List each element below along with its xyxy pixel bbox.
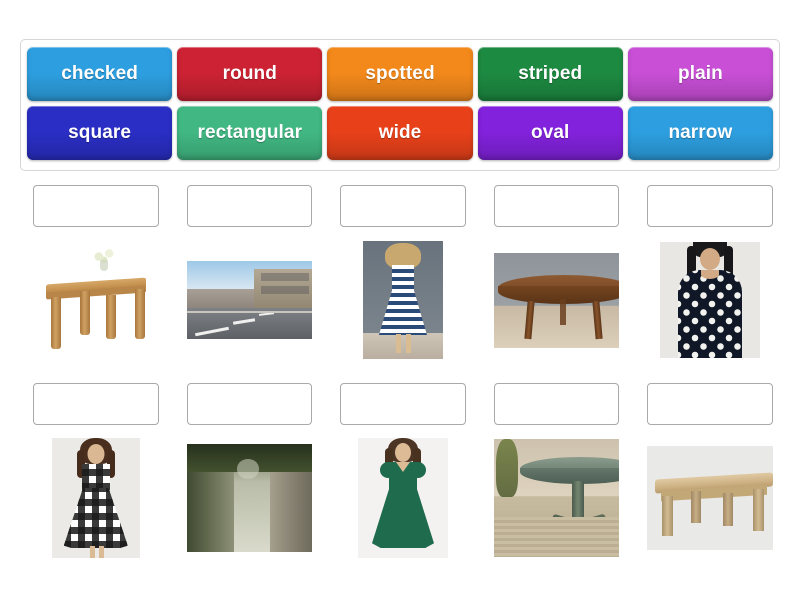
building-windows	[261, 285, 310, 294]
image-cell-6	[33, 438, 159, 558]
striped-dress-image	[362, 241, 443, 359]
spotted-dress-image	[660, 242, 761, 358]
model-leg	[405, 334, 411, 353]
drop-zone-10[interactable]	[647, 383, 773, 425]
word-tile-label: narrow	[668, 122, 733, 143]
drop-zone-2[interactable]	[186, 185, 313, 227]
word-tile-oval[interactable]: oval	[477, 106, 623, 160]
dress-skirt	[371, 488, 434, 548]
word-bank-row-2: square rectangular wide oval narrow	[27, 106, 774, 160]
table-leg	[50, 297, 61, 349]
model-leg	[395, 334, 401, 353]
table-leg	[753, 489, 765, 531]
image-cell-3	[340, 240, 466, 360]
kerb-line	[186, 311, 313, 314]
word-tile-label: square	[68, 122, 132, 143]
table-leg	[524, 300, 535, 339]
drop-zone-row-2	[33, 383, 773, 425]
word-tile-label: wide	[378, 122, 422, 143]
dress-bodice	[81, 464, 110, 490]
drop-zone-1[interactable]	[33, 185, 159, 227]
model-leg	[89, 546, 95, 558]
word-bank: checked round spotted striped plain squa…	[20, 39, 780, 171]
image-cell-1	[33, 240, 159, 360]
dress-bodice	[391, 265, 414, 291]
word-tile-label: checked	[61, 63, 138, 84]
table-leg	[691, 491, 702, 523]
word-tile-label: round	[222, 63, 277, 84]
dress-skirt	[63, 488, 128, 548]
word-tile-rectangular[interactable]: rectangular	[177, 106, 323, 160]
wide-city-street-image	[186, 261, 313, 339]
word-tile-checked[interactable]: checked	[27, 47, 173, 101]
image-cell-8	[340, 438, 466, 558]
match-up-activity: checked round spotted striped plain squa…	[0, 0, 800, 600]
rug	[493, 516, 620, 557]
word-tile-label: rectangular	[197, 122, 303, 143]
narrow-path-image	[186, 444, 313, 552]
checked-dress-image	[51, 438, 140, 558]
model-head	[700, 248, 721, 270]
table-leg	[559, 298, 566, 325]
image-cell-9	[493, 438, 620, 558]
dress-sleeve	[409, 462, 426, 478]
round-wooden-table-image	[493, 252, 620, 348]
word-tile-round[interactable]: round	[177, 47, 323, 101]
drop-zone-8[interactable]	[340, 383, 466, 425]
table-leg	[592, 300, 603, 339]
square-wooden-table-with-plant-image	[33, 245, 158, 355]
image-cell-4	[493, 240, 620, 360]
plant-vase	[99, 260, 108, 271]
model-head	[87, 444, 105, 464]
model-leg	[98, 546, 104, 558]
drop-zone-7[interactable]	[186, 383, 313, 425]
table-leg	[134, 289, 145, 339]
floor	[362, 333, 443, 359]
word-bank-row-1: checked round spotted striped plain	[27, 47, 774, 101]
image-cell-5	[647, 240, 773, 360]
table-edge	[519, 468, 620, 484]
plain-green-dress-image	[357, 438, 448, 558]
word-tile-square[interactable]: square	[27, 106, 173, 160]
drop-zone-row-1	[33, 185, 773, 227]
word-tile-label: plain	[677, 63, 723, 84]
potted-plant	[495, 439, 518, 497]
drop-zone-6[interactable]	[33, 383, 159, 425]
spotted-dress-garment	[678, 270, 743, 358]
word-tile-plain[interactable]: plain	[627, 47, 774, 101]
dress-sleeve	[379, 462, 396, 478]
word-tile-narrow[interactable]: narrow	[627, 106, 774, 160]
table-leg	[662, 496, 674, 536]
word-tile-spotted[interactable]: spotted	[327, 47, 473, 101]
model-head	[394, 443, 411, 462]
word-tile-striped[interactable]: striped	[477, 47, 623, 101]
drop-zone-4[interactable]	[493, 185, 620, 227]
word-tile-label: striped	[518, 63, 583, 84]
table-leg	[79, 291, 90, 335]
table-leg	[105, 295, 116, 339]
image-cell-7	[186, 438, 313, 558]
table-edge	[497, 285, 620, 304]
word-tile-label: oval	[531, 122, 570, 143]
distant-light	[236, 459, 260, 479]
building-windows	[261, 273, 310, 282]
rectangular-pine-table-image	[647, 446, 773, 550]
drop-zone-3[interactable]	[340, 185, 466, 227]
drop-zone-9[interactable]	[493, 383, 620, 425]
image-cell-2	[186, 240, 313, 360]
word-tile-label: spotted	[365, 63, 435, 84]
word-tile-wide[interactable]: wide	[327, 106, 473, 160]
oval-green-table-image	[493, 439, 620, 557]
image-row-1	[33, 240, 773, 360]
drop-zone-5[interactable]	[647, 185, 773, 227]
image-cell-10	[647, 438, 773, 558]
image-row-2	[33, 438, 773, 558]
table-leg	[723, 493, 734, 526]
